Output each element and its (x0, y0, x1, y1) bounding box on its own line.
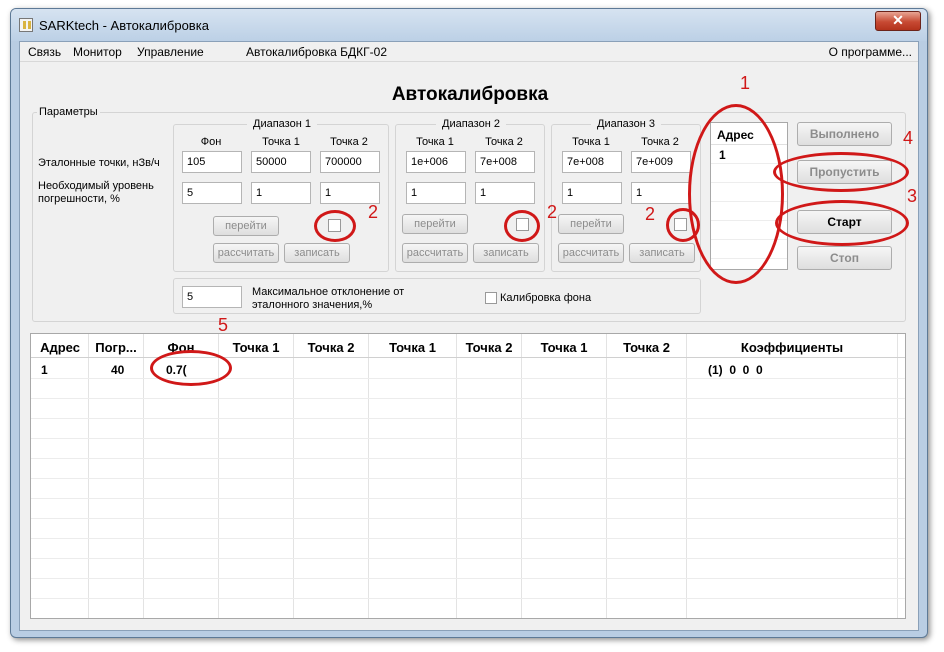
range1-err-p1-input[interactable]: 1 (251, 182, 311, 204)
error-level-label: Необходимый уровень погрешности, % (38, 180, 154, 205)
range1-col-bg: Фон (200, 136, 222, 148)
range1-write-button[interactable]: записать (284, 243, 350, 263)
col-header-r2p1[interactable]: Точка 1 (369, 340, 456, 355)
grid-line (293, 334, 294, 618)
close-button[interactable]: ✕ (875, 11, 921, 31)
range2-ref-p1-input[interactable]: 1e+006 (406, 151, 466, 173)
annotation-number: 2 (368, 202, 379, 222)
range2-err-p1-input[interactable]: 1 (406, 182, 466, 204)
range3-err-p1-input[interactable]: 1 (562, 182, 622, 204)
menu-about[interactable]: О программе... (829, 45, 912, 59)
annotation-ring-address (688, 104, 784, 284)
annotation-number: 1 (740, 73, 751, 93)
range1-ref-bg-input[interactable]: 105 (182, 151, 242, 173)
bg-calibration-label: Калибровка фона (500, 292, 592, 304)
app-icon (19, 18, 33, 32)
col-header-r1p2[interactable]: Точка 2 (294, 340, 368, 355)
menu-autocalibration[interactable]: Автокалибровка БДКГ-02 (246, 45, 387, 59)
range1-ref-p2-input[interactable]: 700000 (320, 151, 380, 173)
range2-col-p1: Точка 1 (416, 136, 454, 148)
range1-col-p2: Точка 2 (330, 136, 368, 148)
annotation-ring-checkbox2 (504, 210, 540, 242)
range3-err-p2-input[interactable]: 1 (631, 182, 691, 204)
page-title: Автокалибровка (391, 84, 549, 105)
range1-goto-button[interactable]: перейти (213, 216, 279, 236)
range1-ref-p1-input[interactable]: 50000 (251, 151, 311, 173)
col-header-r3p2[interactable]: Точка 2 (607, 340, 686, 355)
col-header-r2p2[interactable]: Точка 2 (457, 340, 521, 355)
col-header-error[interactable]: Погр... (89, 340, 143, 355)
grid-row-line (31, 498, 905, 499)
grid-row-line (31, 478, 905, 479)
range1-calc-button[interactable]: рассчитать (213, 243, 279, 263)
annotation-number: 2 (645, 204, 656, 224)
done-button[interactable]: Выполнено (797, 122, 892, 146)
ref-points-label: Эталонные точки, нЗв/ч (38, 157, 160, 169)
col-header-r3p1[interactable]: Точка 1 (522, 340, 606, 355)
annotation-number: 2 (547, 202, 558, 222)
grid-line (456, 334, 457, 618)
range1-err-p2-input[interactable]: 1 (320, 182, 380, 204)
annotation-ring-start (775, 200, 909, 246)
range3-write-button[interactable]: записать (629, 243, 695, 263)
cell-error: 40 (111, 363, 125, 377)
grid-line (897, 334, 898, 618)
grid-row-line (31, 518, 905, 519)
range3-title: Диапазон 3 (591, 118, 661, 130)
range3-col-p1: Точка 1 (572, 136, 610, 148)
grid-line (143, 334, 144, 618)
menu-bar: Связь Монитор Управление Автокалибровка … (20, 42, 918, 62)
title-bar[interactable]: SARKtech - Автокалибровка ✕ (11, 9, 927, 41)
range2-title: Диапазон 2 (436, 118, 506, 130)
col-header-address[interactable]: Адрес (33, 340, 87, 355)
menu-link[interactable]: Связь (28, 45, 61, 59)
range3-ref-p2-input[interactable]: 7e+009 (631, 151, 691, 173)
annotation-ring-checkbox1 (314, 210, 356, 242)
range2-err-p2-input[interactable]: 1 (475, 182, 535, 204)
range1-title: Диапазон 1 (247, 118, 317, 130)
grid-row-line (31, 438, 905, 439)
grid-row-line (31, 418, 905, 419)
range3-col-p2: Точка 2 (641, 136, 679, 148)
annotation-ring-skip (773, 152, 909, 192)
col-header-r1p1[interactable]: Точка 1 (219, 340, 293, 355)
range2-write-button[interactable]: записать (473, 243, 539, 263)
annotation-number: 3 (907, 186, 918, 206)
grid-row-line (31, 558, 905, 559)
grid-row-line (31, 578, 905, 579)
range3-calc-button[interactable]: рассчитать (558, 243, 624, 263)
grid-row-line (31, 398, 905, 399)
params-label: Параметры (37, 106, 100, 118)
range2-col-p2: Точка 2 (485, 136, 523, 148)
col-header-coefficients[interactable]: Коэффициенты (687, 340, 897, 355)
grid-line (686, 334, 687, 618)
bg-calibration-checkbox[interactable] (485, 292, 497, 304)
grid-row-line (31, 538, 905, 539)
menu-monitor[interactable]: Монитор (73, 45, 122, 59)
annotation-number: 4 (903, 128, 914, 148)
menu-control[interactable]: Управление (137, 45, 204, 59)
range2-goto-button[interactable]: перейти (402, 214, 468, 234)
grid-row-line (31, 598, 905, 599)
annotation-ring-checkbox3 (666, 208, 700, 242)
annotation-ring-background (150, 350, 232, 386)
max-deviation-input[interactable]: 5 (182, 286, 242, 308)
grid-line (606, 334, 607, 618)
grid-line (88, 334, 89, 618)
grid-line (368, 334, 369, 618)
range2-ref-p2-input[interactable]: 7e+008 (475, 151, 535, 173)
cell-address: 1 (41, 363, 48, 377)
annotation-number: 5 (218, 315, 229, 335)
range3-ref-p1-input[interactable]: 7e+008 (562, 151, 622, 173)
range1-col-p1: Точка 1 (262, 136, 300, 148)
range2-calc-button[interactable]: рассчитать (402, 243, 468, 263)
cell-coefficients: (1) 0 0 0 (708, 363, 763, 377)
max-deviation-label: Максимальное отклонение от эталонного зн… (252, 286, 405, 311)
window-title: SARKtech - Автокалибровка (39, 18, 209, 33)
range3-goto-button[interactable]: перейти (558, 214, 624, 234)
range1-err-bg-input[interactable]: 5 (182, 182, 242, 204)
grid-row-line (31, 458, 905, 459)
stop-button[interactable]: Стоп (797, 246, 892, 270)
grid-line (521, 334, 522, 618)
